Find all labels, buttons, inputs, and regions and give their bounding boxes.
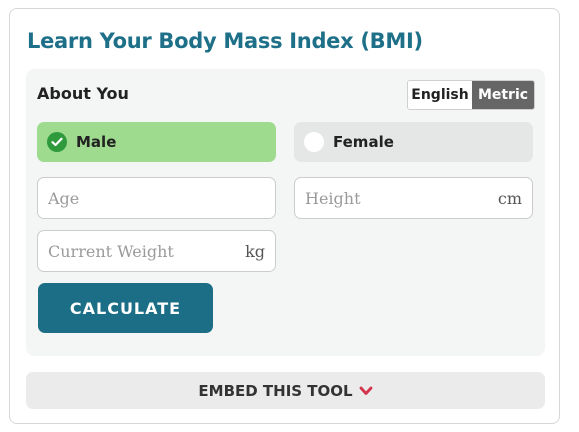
height-input[interactable] [305,188,492,208]
gender-female-option[interactable]: Female [294,122,533,162]
age-field[interactable] [37,177,276,219]
unit-metric-option[interactable]: Metric [472,81,534,109]
embed-tool-label: EMBED THIS TOOL [198,381,353,400]
section-label: About You [37,84,129,103]
unit-english-option[interactable]: English [408,81,472,109]
gender-male-option[interactable]: Male [37,122,276,162]
unit-toggle: English Metric [407,80,535,110]
height-unit-label: cm [497,188,522,208]
age-input[interactable] [48,188,265,208]
height-field[interactable]: cm [294,177,533,219]
page-title: Learn Your Body Mass Index (BMI) [27,29,423,53]
about-you-panel: About You English Metric Male Female cm … [26,69,545,356]
weight-unit-label: kg [245,241,265,261]
radio-empty-icon [304,132,324,152]
weight-input[interactable] [48,241,240,261]
chevron-down-icon [359,386,373,396]
embed-tool-button[interactable]: EMBED THIS TOOL [26,372,545,409]
gender-male-label: Male [76,133,117,151]
weight-field[interactable]: kg [37,230,276,272]
gender-female-label: Female [333,133,394,151]
check-icon [47,132,67,152]
bmi-card: Learn Your Body Mass Index (BMI) About Y… [9,8,560,424]
calculate-button[interactable]: CALCULATE [38,283,213,333]
